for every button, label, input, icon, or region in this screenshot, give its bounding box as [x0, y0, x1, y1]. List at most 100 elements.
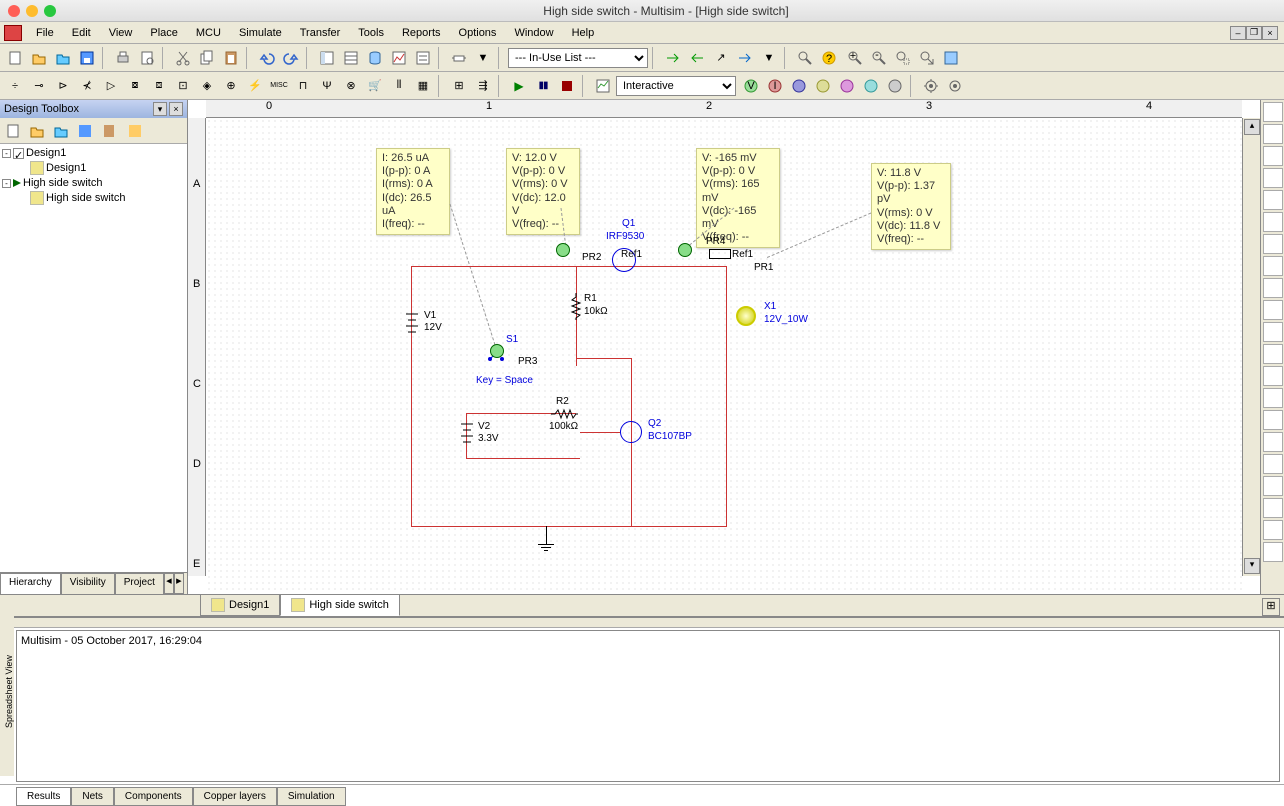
- spreadsheet-side-label[interactable]: Spreadsheet View: [0, 608, 14, 776]
- paste-button[interactable]: [220, 47, 242, 69]
- toolbox-dropdown-icon[interactable]: ▾: [153, 102, 167, 116]
- component-gnd[interactable]: [538, 544, 554, 551]
- learning-button[interactable]: [794, 47, 816, 69]
- scrollbar-vertical[interactable]: ▴ ▾: [1242, 118, 1260, 576]
- place-analog-button[interactable]: ▷: [100, 75, 122, 97]
- print-button[interactable]: [112, 47, 134, 69]
- distortion-analyzer-icon[interactable]: [1263, 344, 1283, 364]
- pause-button[interactable]: ▮▮: [532, 75, 554, 97]
- place-ttl-button[interactable]: ⧇: [124, 75, 146, 97]
- elvis-icon[interactable]: [1263, 520, 1283, 540]
- copy-button[interactable]: [196, 47, 218, 69]
- ultiboard-forward-button[interactable]: [662, 47, 684, 69]
- place-power-button[interactable]: ⚡: [244, 75, 266, 97]
- ss-tab-simulation[interactable]: Simulation: [277, 787, 346, 806]
- run-button[interactable]: ▶: [508, 75, 530, 97]
- place-source-button[interactable]: ÷: [4, 75, 26, 97]
- place-mixed-button[interactable]: ◈: [196, 75, 218, 97]
- toolbox-paste-button[interactable]: [98, 120, 120, 142]
- ss-tab-nets[interactable]: Nets: [71, 787, 114, 806]
- maximize-icon[interactable]: [44, 5, 56, 17]
- menu-mcu[interactable]: MCU: [188, 25, 229, 41]
- probe-settings-button[interactable]: [920, 75, 942, 97]
- probe-pr4-icon[interactable]: [678, 243, 692, 257]
- place-mcu-button[interactable]: ▦: [412, 75, 434, 97]
- menu-place[interactable]: Place: [142, 25, 186, 41]
- place-rf-button[interactable]: Ψ: [316, 75, 338, 97]
- place-diode-button[interactable]: ⊳: [52, 75, 74, 97]
- find-button[interactable]: [734, 47, 756, 69]
- component-x1[interactable]: [736, 306, 756, 326]
- inuse-list-dropdown[interactable]: --- In-Use List ---: [508, 48, 648, 68]
- bode-plotter-icon[interactable]: [1263, 212, 1283, 232]
- tree-child-highsideswitch[interactable]: High side switch: [2, 190, 185, 206]
- component-v2[interactable]: [459, 418, 475, 447]
- ss-tab-components[interactable]: Components: [114, 787, 193, 806]
- grapher-button[interactable]: [388, 47, 410, 69]
- zoom-out-button[interactable]: -: [868, 47, 890, 69]
- place-indicator-button[interactable]: ⊕: [220, 75, 242, 97]
- tab-project[interactable]: Project: [115, 573, 164, 594]
- tab-hierarchy[interactable]: Hierarchy: [0, 573, 61, 594]
- logic-analyzer-icon[interactable]: [1263, 278, 1283, 298]
- labview-instrument-icon[interactable]: [1263, 498, 1283, 518]
- wire[interactable]: [576, 358, 631, 359]
- ultiboard-forward2-button[interactable]: ↗: [710, 47, 732, 69]
- menu-simulate[interactable]: Simulate: [231, 25, 290, 41]
- wire[interactable]: [411, 526, 727, 527]
- toolbox-close-icon[interactable]: ×: [169, 102, 183, 116]
- iv-analyzer-icon[interactable]: [1263, 322, 1283, 342]
- place-misc-digital-button[interactable]: ⊡: [172, 75, 194, 97]
- tektronix-scope-icon[interactable]: [1263, 476, 1283, 496]
- wire[interactable]: [631, 442, 632, 526]
- ultiboard-back-button[interactable]: [686, 47, 708, 69]
- mdi-controls[interactable]: – ❐ ×: [1230, 26, 1278, 40]
- probe-6-button[interactable]: [884, 75, 906, 97]
- analysis-icon[interactable]: [592, 75, 614, 97]
- print-preview-button[interactable]: [136, 47, 158, 69]
- spectrum-analyzer-icon[interactable]: [1263, 366, 1283, 386]
- collapse-icon[interactable]: -: [2, 149, 11, 158]
- wire[interactable]: [580, 432, 620, 433]
- ss-tab-copper[interactable]: Copper layers: [193, 787, 277, 806]
- postprocessor-button[interactable]: [412, 47, 434, 69]
- full-screen-button[interactable]: [940, 47, 962, 69]
- schematic-canvas[interactable]: I: 26.5 uAI(p-p): 0 AI(rms): 0 AI(dc): 2…: [206, 118, 1242, 594]
- menu-options[interactable]: Options: [451, 25, 505, 41]
- component-wizard-button[interactable]: [448, 47, 470, 69]
- menu-transfer[interactable]: Transfer: [292, 25, 349, 41]
- logic-converter-icon[interactable]: [1263, 300, 1283, 320]
- ss-tab-results[interactable]: Results: [16, 787, 71, 806]
- cut-button[interactable]: [172, 47, 194, 69]
- mdi-close-icon[interactable]: ×: [1262, 26, 1278, 40]
- spreadsheet-body[interactable]: Multisim - 05 October 2017, 16:29:04: [16, 630, 1280, 782]
- check-icon[interactable]: ✓: [13, 148, 24, 159]
- menu-reports[interactable]: Reports: [394, 25, 449, 41]
- new-button[interactable]: [4, 47, 26, 69]
- minimize-icon[interactable]: [26, 5, 38, 17]
- wire[interactable]: [636, 266, 726, 267]
- probe-5-button[interactable]: [860, 75, 882, 97]
- zoom-fit-button[interactable]: [916, 47, 938, 69]
- toolbox-new-button[interactable]: [2, 120, 24, 142]
- wire[interactable]: [546, 526, 547, 544]
- probe-diff-button[interactable]: [812, 75, 834, 97]
- menu-file[interactable]: File: [28, 25, 62, 41]
- hierarchical-block-button[interactable]: ⊞: [448, 75, 470, 97]
- place-ni-button[interactable]: 🛒: [364, 75, 386, 97]
- menu-help[interactable]: Help: [564, 25, 603, 41]
- probe-settings2-button[interactable]: [944, 75, 966, 97]
- open-sample-button[interactable]: [52, 47, 74, 69]
- probe-v-button[interactable]: V: [740, 75, 762, 97]
- analysis-dropdown[interactable]: Interactive: [616, 76, 736, 96]
- agilent-scope-icon[interactable]: [1263, 454, 1283, 474]
- network-analyzer-icon[interactable]: [1263, 388, 1283, 408]
- oscilloscope-icon[interactable]: [1263, 168, 1283, 188]
- menu-tools[interactable]: Tools: [350, 25, 392, 41]
- database-button[interactable]: [364, 47, 386, 69]
- probe-p-button[interactable]: [788, 75, 810, 97]
- doc-tab-highsideswitch[interactable]: High side switch: [280, 594, 399, 616]
- menu-view[interactable]: View: [101, 25, 141, 41]
- zoom-icon[interactable]: ⊞: [1262, 598, 1280, 616]
- redo-button[interactable]: [280, 47, 302, 69]
